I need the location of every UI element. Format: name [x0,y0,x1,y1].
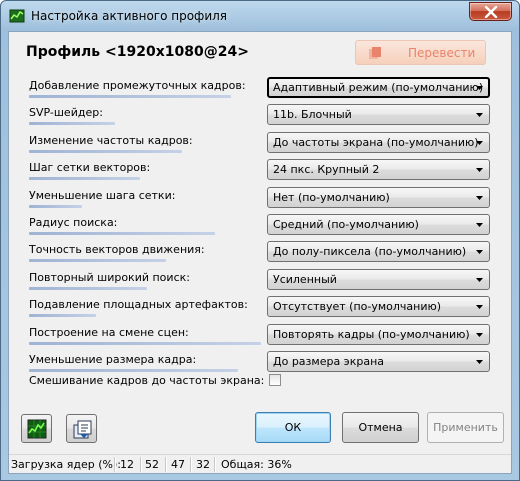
chevron-down-icon [476,223,483,227]
setting-dropdown[interactable]: Усиленный [267,269,490,290]
chevron-down-icon [476,333,483,337]
cpu-load-label: Загрузка ядер (%): [11,458,122,471]
status-separator [140,457,141,472]
dropdown-value: 11b. Блочный [273,108,352,121]
setting-label: Повторный широкий поиск: [29,271,190,284]
dialog-client: Профиль <1920x1080@24> Перевести Добавле… [8,31,512,474]
setting-dropdown[interactable]: 11b. Блочный [267,104,490,125]
setting-label: Добавление промежуточных кадров: [29,79,246,92]
svp-app-icon [9,8,25,24]
dropdown-value: Нет (по-умолчанию) [273,191,390,204]
core-load: 12 [120,458,134,471]
setting-label: Уменьшение размера кадра: [29,353,197,366]
translate-icon [369,47,381,59]
setting-dropdown[interactable]: 24 пкс. Крупный 2 [267,159,490,180]
status-bar: Загрузка ядер (%): 12 52 47 32 Общая: 36… [9,454,511,473]
setting-label: Шаг сетки векторов: [29,161,151,174]
chevron-down-icon [476,360,483,364]
status-separator [214,457,215,472]
dropdown-value: До размера экрана [273,355,385,368]
setting-dropdown[interactable]: До частоты экрана (по-умолчанию) [267,132,490,153]
setting-level-bar [29,205,82,208]
graph-button[interactable] [21,414,52,443]
chevron-down-icon [476,141,483,145]
blend-frames-label: Смешивание кадров до частоты экрана: [29,374,265,387]
translate-button[interactable]: Перевести [355,40,486,65]
setting-level-bar [29,177,140,180]
setting-level-bar [29,342,261,345]
ok-button[interactable]: ОК [255,412,331,443]
translate-label: Перевести [408,46,476,60]
chevron-down-icon [476,250,483,254]
setting-dropdown[interactable]: До размера экрана [267,351,490,372]
setting-dropdown[interactable]: До полу-пиксела (по-умолчанию) [267,241,490,262]
copy-profile-button[interactable] [66,414,97,443]
chevron-down-icon [476,278,483,282]
setting-level-bar [29,314,96,317]
dropdown-value: Отсутствует (по-умолчанию) [273,300,442,313]
setting-label: Уменьшение шага сетки: [29,189,176,202]
setting-level-bar [29,369,238,372]
status-separator [114,457,115,472]
chevron-down-icon [476,305,483,309]
setting-level-bar [29,122,115,125]
status-separator [190,457,191,472]
setting-level-bar [29,95,231,98]
setting-label: Построение на смене сцен: [29,326,189,339]
chevron-down-icon [476,168,483,172]
title-bar[interactable]: Настройка активного профиля [1,1,519,31]
graph-monitor-icon [27,419,47,439]
dropdown-value: 24 пкс. Крупный 2 [273,163,380,176]
setting-dropdown[interactable]: Средний (по-умолчанию) [267,214,490,235]
settings-window: Настройка активного профиля Профиль <192… [0,0,520,481]
chevron-down-icon [476,196,483,200]
chevron-down-icon [476,113,483,117]
setting-dropdown[interactable]: Нет (по-умолчанию) [267,187,490,208]
dropdown-value: Повторять кадры (по-умолчанию) [273,328,470,341]
dropdown-value: До частоты экрана (по-умолчанию) [273,136,479,149]
blend-frames-checkbox[interactable] [269,374,281,386]
apply-button[interactable]: Применить [427,412,504,443]
core-load: 52 [145,458,159,471]
dropdown-value: Усиленный [273,273,337,286]
setting-dropdown[interactable]: Адаптивный режим (по-умолчанию) [267,77,490,98]
status-separator [165,457,166,472]
dropdown-value: До полу-пиксела (по-умолчанию) [273,245,467,258]
setting-label: Подавление площадных артефактов: [29,298,248,311]
setting-label: Изменение частоты кадров: [29,134,193,147]
setting-label: SVP-шейдер: [29,106,103,119]
setting-level-bar [29,150,182,153]
setting-level-bar [29,259,166,262]
profile-title: Профиль <1920x1080@24> [26,44,249,60]
chevron-down-icon [476,86,483,90]
setting-dropdown[interactable]: Отсутствует (по-умолчанию) [267,296,490,317]
setting-level-bar [29,232,215,235]
total-load: Общая: 36% [221,458,292,471]
dropdown-value: Средний (по-умолчанию) [273,218,419,231]
close-button[interactable] [469,2,512,21]
setting-level-bar [29,287,147,290]
core-load: 32 [196,458,210,471]
core-load: 47 [171,458,185,471]
close-icon [484,6,498,18]
setting-label: Радиус поиска: [29,216,118,229]
dropdown-value: Адаптивный режим (по-умолчанию) [273,81,484,94]
setting-dropdown[interactable]: Повторять кадры (по-умолчанию) [267,324,490,345]
window-title: Настройка активного профиля [31,9,228,23]
copy-profile-icon [73,420,92,439]
cancel-button[interactable]: Отмена [342,412,419,443]
setting-label: Точность векторов движения: [29,243,205,256]
